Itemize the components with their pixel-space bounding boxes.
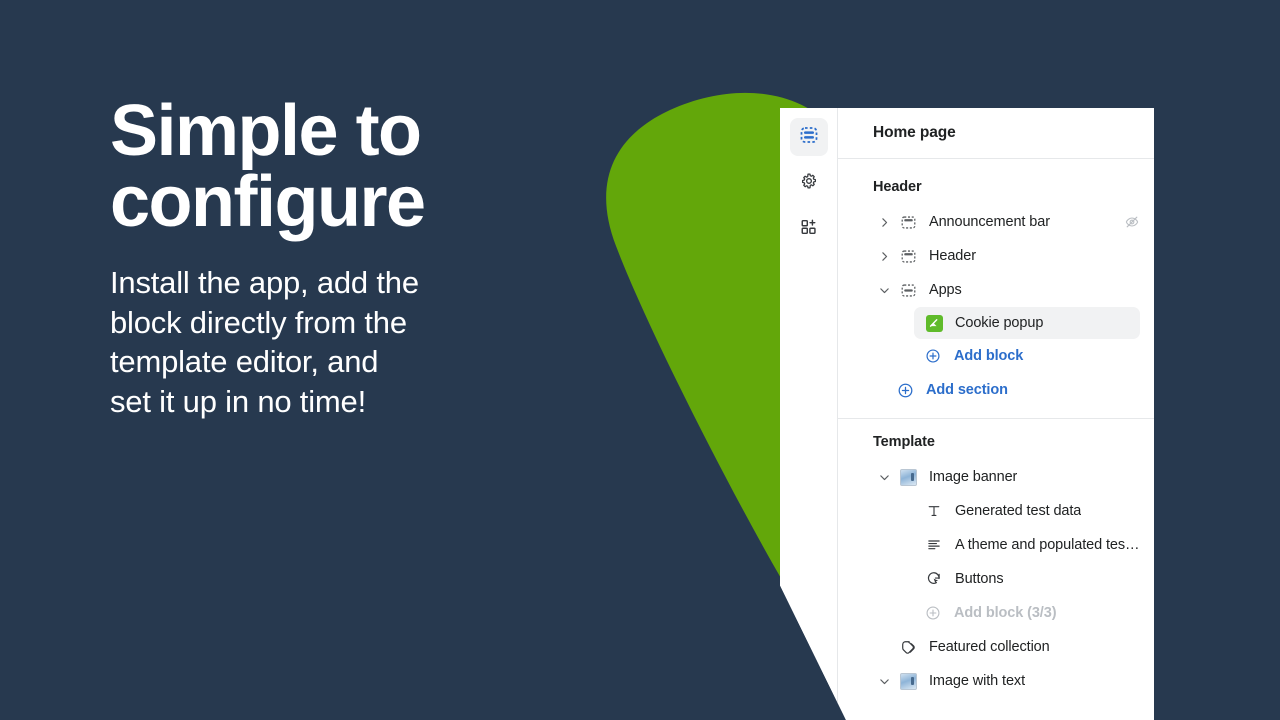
chevron-right-icon[interactable] bbox=[873, 216, 895, 229]
tree-row-image-banner[interactable]: Image banner bbox=[838, 460, 1154, 494]
section-top-bar-icon bbox=[895, 248, 921, 265]
tree-row-featured-collection[interactable]: Featured collection bbox=[838, 630, 1154, 664]
tree-row-label: Buttons bbox=[955, 571, 1004, 587]
sections-icon bbox=[799, 125, 819, 150]
tree-row-label: Generated test data bbox=[955, 503, 1082, 519]
rail-item-app-blocks[interactable] bbox=[790, 210, 828, 248]
page-subtitle: Install the app, add the block directly … bbox=[110, 265, 419, 420]
image-thumb-icon bbox=[895, 468, 921, 486]
group-label-template: Template bbox=[873, 434, 935, 450]
chevron-down-icon[interactable] bbox=[873, 284, 895, 297]
tree-row-buttons[interactable]: Buttons bbox=[838, 562, 1154, 596]
marketing-copy: Simple to configure Install the app, add… bbox=[110, 91, 540, 422]
chevron-down-icon[interactable] bbox=[873, 471, 895, 484]
page-title: Simple to configure bbox=[110, 91, 426, 242]
section-tree: Header Announcement bar Header Apps Cook… bbox=[838, 159, 1154, 698]
chevron-down-icon[interactable] bbox=[873, 675, 895, 688]
button-pointer-icon bbox=[921, 571, 947, 587]
group-label-header: Header bbox=[873, 179, 922, 195]
tree-row-label: Header bbox=[929, 248, 976, 264]
paragraph-icon bbox=[921, 537, 947, 553]
image-thumb-icon bbox=[895, 672, 921, 690]
editor-icon-rail bbox=[780, 108, 838, 720]
tree-row-label: Announcement bar bbox=[929, 214, 1050, 230]
tree-row-paragraph-block[interactable]: A theme and populated test… bbox=[838, 528, 1154, 562]
add-block-button-apps[interactable]: Add block bbox=[838, 339, 1154, 373]
tree-row-announcement-bar[interactable]: Announcement bar bbox=[838, 205, 1154, 239]
tree-row-label: Image banner bbox=[929, 469, 1018, 485]
editor-tree-column: Home page Header Announcement bar Header… bbox=[838, 108, 1154, 720]
editor-panel-header: Home page bbox=[838, 108, 1154, 159]
plus-circle-icon bbox=[893, 382, 917, 399]
tree-row-generated-test-data[interactable]: Generated test data bbox=[838, 494, 1154, 528]
tree-row-label: Image with text bbox=[929, 673, 1026, 689]
gear-icon bbox=[800, 172, 818, 195]
add-block-label: Add block bbox=[954, 348, 1024, 364]
add-section-label: Add section bbox=[926, 382, 1008, 398]
app-blocks-icon bbox=[800, 218, 818, 241]
tree-row-apps[interactable]: Apps bbox=[838, 273, 1154, 307]
current-page-title: Home page bbox=[873, 124, 956, 141]
tree-row-label: A theme and populated test… bbox=[955, 537, 1140, 553]
tree-row-header[interactable]: Header bbox=[838, 239, 1154, 273]
hidden-eye-icon[interactable] bbox=[1114, 214, 1140, 230]
add-section-button[interactable]: Add section bbox=[838, 373, 1154, 407]
text-block-icon bbox=[921, 503, 947, 519]
rail-item-settings[interactable] bbox=[790, 164, 828, 202]
add-block-button-image-banner: Add block (3/3) bbox=[838, 596, 1154, 630]
rail-item-sections[interactable] bbox=[789, 118, 828, 156]
section-top-bar-icon bbox=[895, 214, 921, 231]
plus-circle-icon bbox=[921, 605, 945, 621]
collection-tag-icon bbox=[895, 639, 921, 656]
tree-row-label: Apps bbox=[929, 282, 962, 298]
tree-row-label: Featured collection bbox=[929, 639, 1050, 655]
plus-circle-icon bbox=[921, 348, 945, 364]
tree-row-label: Cookie popup bbox=[955, 315, 1044, 331]
tree-row-image-with-text[interactable]: Image with text bbox=[838, 664, 1154, 698]
chevron-right-icon[interactable] bbox=[873, 250, 895, 263]
add-block-disabled-label: Add block (3/3) bbox=[954, 605, 1057, 621]
app-thumb-icon bbox=[921, 314, 947, 332]
section-center-bar-icon bbox=[895, 282, 921, 299]
theme-editor-panel: Home page Header Announcement bar Header… bbox=[780, 108, 1154, 720]
tree-row-cookie-popup[interactable]: Cookie popup bbox=[914, 307, 1140, 339]
